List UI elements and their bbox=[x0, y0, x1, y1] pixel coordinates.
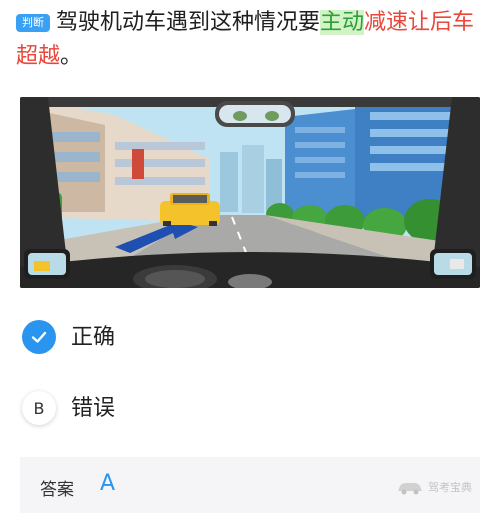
option-b-label: 错误 bbox=[71, 396, 116, 421]
question-text: 判断 驾驶机动车遇到这种情况要主动减速让后车超越。 bbox=[16, 6, 488, 74]
option-a[interactable]: 正确 bbox=[22, 320, 322, 356]
question-text-plain: 驾驶机动车遇到这种情况要 bbox=[56, 10, 321, 35]
question-type-badge: 判断 bbox=[16, 14, 50, 32]
driving-scene-illustration bbox=[20, 97, 480, 288]
option-a-check-circle[interactable] bbox=[22, 320, 56, 354]
option-b[interactable]: B 错误 bbox=[22, 391, 322, 427]
answer-label: 答案 bbox=[40, 480, 74, 500]
question-highlight-green: 主动 bbox=[320, 10, 365, 35]
option-b-letter-circle[interactable]: B bbox=[22, 391, 56, 425]
question-text-end: 。 bbox=[60, 44, 83, 69]
check-icon bbox=[31, 331, 47, 343]
watermark: 驾考宝典 bbox=[396, 479, 472, 495]
question-image bbox=[20, 97, 480, 288]
car-logo-icon bbox=[398, 483, 422, 495]
answer-value: A bbox=[100, 471, 116, 496]
watermark-text: 驾考宝典 bbox=[428, 481, 472, 494]
answer-panel: 答案 A 驾考宝典 bbox=[20, 457, 480, 513]
option-a-label: 正确 bbox=[71, 325, 116, 350]
